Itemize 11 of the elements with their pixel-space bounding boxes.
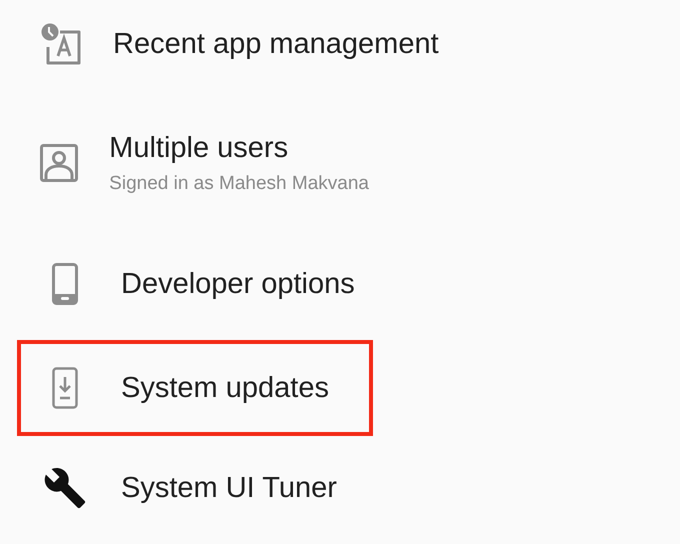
item-title[interactable]: System UI Tuner: [121, 472, 337, 504]
download-phone-icon: [52, 367, 78, 409]
wrench-icon: [43, 466, 87, 510]
item-subtitle: Signed in as Mahesh Makvana: [109, 172, 369, 194]
user-icon: [40, 144, 78, 182]
recent-apps-icon: [40, 23, 82, 65]
item-title[interactable]: Developer options: [121, 268, 355, 300]
item-title[interactable]: Recent app management: [113, 28, 439, 60]
phone-icon: [52, 263, 78, 305]
item-title[interactable]: Multiple users: [109, 132, 369, 164]
item-title[interactable]: System updates: [121, 372, 329, 404]
